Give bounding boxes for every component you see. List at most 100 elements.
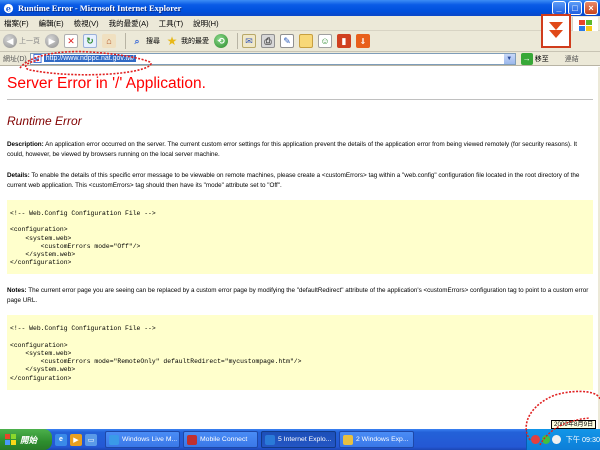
history-button[interactable]: ⟲ [214, 32, 228, 50]
notes-text: The current error page you are seeing ca… [7, 287, 589, 304]
custom-error-code-block: <!-- Web.Config Configuration File --> <… [7, 315, 593, 390]
description-text: An application error occurred on the ser… [7, 141, 578, 158]
task-label: Mobile Connect [200, 436, 248, 443]
forward-button[interactable]: ▶ [45, 32, 59, 50]
notes-label: Notes: [7, 287, 27, 295]
notes-paragraph: Notes: The current error page you are se… [7, 286, 593, 305]
discuss-button[interactable] [299, 32, 313, 50]
tray-alert-icon[interactable] [531, 435, 540, 444]
messenger-icon [109, 434, 119, 445]
edit-button[interactable]: ✎ [280, 32, 294, 50]
star-icon: ★ [166, 34, 178, 48]
favorites-label: 我的最愛 [181, 38, 209, 45]
maximize-button[interactable]: □ [568, 1, 582, 15]
stop-icon: ✕ [64, 34, 78, 48]
mail-icon: ✉ [242, 34, 256, 48]
details-label: Details: [7, 172, 30, 179]
address-bar: 網址(D) e http://www.ndppc.nat.gov.tw/ ▼ →… [0, 52, 600, 66]
menu-view[interactable]: 檢視(V) [74, 18, 99, 29]
menu-edit[interactable]: 編輯(E) [39, 18, 64, 29]
back-arrow-icon: ◀ [3, 34, 17, 48]
address-input[interactable]: e http://www.ndppc.nat.gov.tw/ ▼ [29, 52, 516, 65]
search-label: 搜尋 [146, 38, 160, 45]
config-code-block: <!-- Web.Config Configuration File --> <… [7, 200, 593, 275]
task-button[interactable]: 5 Internet Explo... [261, 431, 336, 448]
taskbar: 開始 e ▶ ▭ Windows Live M... Mobile Connec… [0, 429, 600, 450]
details-text: To enable the details of this specific e… [7, 172, 580, 189]
windows-logo-icon [5, 434, 16, 445]
menu-tools[interactable]: 工具(T) [159, 18, 184, 29]
search-icon: ⌕ [134, 35, 140, 46]
close-button[interactable]: × [584, 1, 598, 15]
history-icon: ⟲ [214, 34, 228, 48]
window-title-bar[interactable]: e Runtime Error - Microsoft Internet Exp… [0, 0, 600, 16]
toolbar-separator [125, 33, 126, 49]
tray-volume-icon[interactable] [552, 435, 561, 444]
task-label: Windows Live M... [122, 436, 178, 443]
description-paragraph: Description: An application error occurr… [7, 140, 593, 159]
mobile-connect-icon [187, 434, 197, 445]
address-dropdown-icon[interactable]: ▼ [503, 53, 515, 64]
menu-help[interactable]: 說明(H) [193, 18, 218, 29]
ie-logo-icon: e [3, 3, 14, 13]
home-button[interactable]: ⌂ [102, 32, 116, 50]
clock[interactable]: 下午 09:30 [566, 435, 600, 445]
start-button[interactable]: 開始 [0, 429, 52, 450]
task-label: 5 Internet Explo... [278, 436, 332, 443]
back-label: 上一頁 [19, 38, 40, 45]
mail-button[interactable]: ✉ [242, 32, 256, 50]
forward-arrow-icon: ▶ [45, 34, 59, 48]
address-label: 網址(D) [3, 55, 27, 63]
go-button[interactable]: → 移至 [520, 52, 549, 65]
search-button[interactable]: ⌕ 搜尋 [130, 32, 160, 50]
page-heading: Server Error in '/' Application. [7, 75, 593, 100]
back-button[interactable]: ◀ 上一頁 [3, 32, 40, 50]
folder-icon [299, 34, 313, 48]
task-label: 2 Windows Exp... [356, 436, 409, 443]
messenger-icon: ☺ [318, 34, 332, 48]
toolbar: ◀ 上一頁 ▶ ✕ ↻ ⌂ ⌕ 搜尋 ★ 我的最愛 ⟲ ✉ ⎙ ✎ ☺ ▮ ⇓ [0, 31, 600, 52]
download-arrow-icon [549, 22, 563, 38]
download-arrow-icon: ⇓ [356, 34, 370, 48]
menu-bar: 檔案(F) 編輯(E) 檢視(V) 我的最愛(A) 工具(T) 說明(H) [0, 16, 600, 31]
task-button[interactable]: Windows Live M... [105, 431, 180, 448]
messenger-button[interactable]: ☺ [318, 32, 332, 50]
go-arrow-icon: → [520, 52, 533, 65]
toolbar-separator [237, 33, 238, 49]
error-title: Runtime Error [7, 114, 82, 128]
links-button[interactable]: 連結 [565, 54, 579, 64]
folder-icon [343, 434, 353, 445]
svg-text:e: e [6, 3, 11, 13]
minimize-button[interactable]: _ [552, 1, 566, 15]
details-paragraph: Details: To enable the details of this s… [7, 171, 593, 190]
svg-text:e: e [35, 56, 39, 63]
refresh-button[interactable]: ↻ [83, 32, 97, 50]
print-button[interactable]: ⎙ [261, 32, 275, 50]
quicklaunch-ie-icon[interactable]: e [55, 433, 67, 446]
system-tray: 下午 09:30 [526, 429, 600, 450]
menu-file[interactable]: 檔案(F) [4, 18, 29, 29]
edit-icon: ✎ [280, 34, 294, 48]
page-content: Server Error in '/' Application. Runtime… [0, 67, 600, 429]
task-button[interactable]: 2 Windows Exp... [339, 431, 414, 448]
favorites-button[interactable]: ★ 我的最愛 [165, 32, 209, 50]
menu-favorites[interactable]: 我的最愛(A) [109, 18, 149, 29]
page-icon: e [33, 54, 42, 63]
quicklaunch-media-icon[interactable]: ▶ [70, 433, 82, 446]
addon-button[interactable]: ⇓ [356, 32, 370, 50]
tray-network-icon[interactable] [541, 435, 551, 444]
window-title: Runtime Error - Microsoft Internet Explo… [18, 3, 182, 13]
refresh-icon: ↻ [83, 34, 97, 48]
download-manager-button[interactable] [541, 14, 571, 48]
quicklaunch-desktop-icon[interactable]: ▭ [85, 433, 97, 446]
address-url: http://www.ndppc.nat.gov.tw/ [43, 55, 137, 62]
bookmark-button[interactable]: ▮ [337, 32, 351, 50]
description-label: Description: [7, 141, 44, 148]
go-label: 移至 [534, 55, 549, 63]
date-tooltip: 2009年8月9日 [551, 420, 597, 429]
task-button[interactable]: Mobile Connect [183, 431, 258, 448]
start-label: 開始 [20, 434, 38, 445]
bookmark-icon: ▮ [337, 34, 351, 48]
stop-button[interactable]: ✕ [64, 32, 78, 50]
print-icon: ⎙ [261, 34, 275, 48]
